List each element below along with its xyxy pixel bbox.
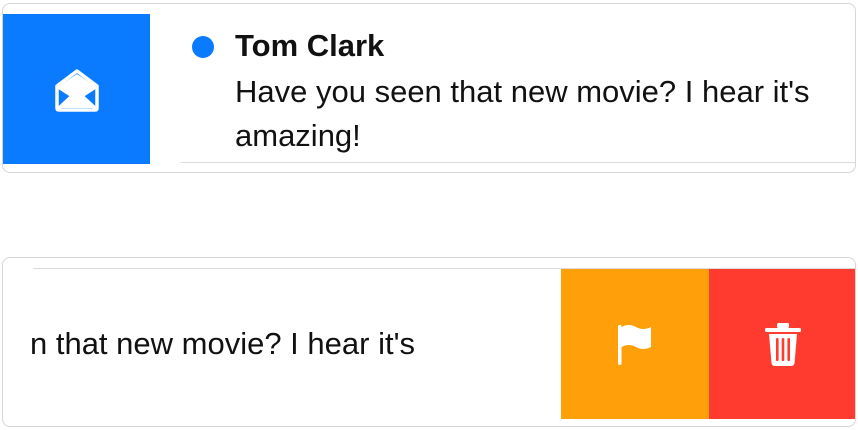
row-separator bbox=[181, 162, 855, 163]
trash-button[interactable] bbox=[709, 269, 855, 419]
mark-read-button[interactable] bbox=[3, 14, 150, 164]
message-preview-line-2: amazing! bbox=[235, 118, 361, 153]
message-row-swiped-left[interactable]: n that new movie? I hear it's bbox=[2, 257, 856, 427]
message-row-swiped-right[interactable]: Tom Clark Have you seen that new movie? … bbox=[2, 3, 856, 173]
flag-icon bbox=[615, 320, 655, 368]
message-preview-line-1: Have you seen that new movie? I hear it'… bbox=[235, 74, 810, 109]
sender-name: Tom Clark bbox=[235, 28, 385, 63]
message-preview-fragment: n that new movie? I hear it's bbox=[29, 326, 415, 361]
trash-icon bbox=[763, 321, 803, 367]
unread-indicator bbox=[192, 36, 214, 58]
flag-button[interactable] bbox=[561, 269, 709, 419]
message-preview: Have you seen that new movie? I hear it'… bbox=[235, 70, 855, 158]
envelope-open-icon bbox=[53, 66, 101, 112]
